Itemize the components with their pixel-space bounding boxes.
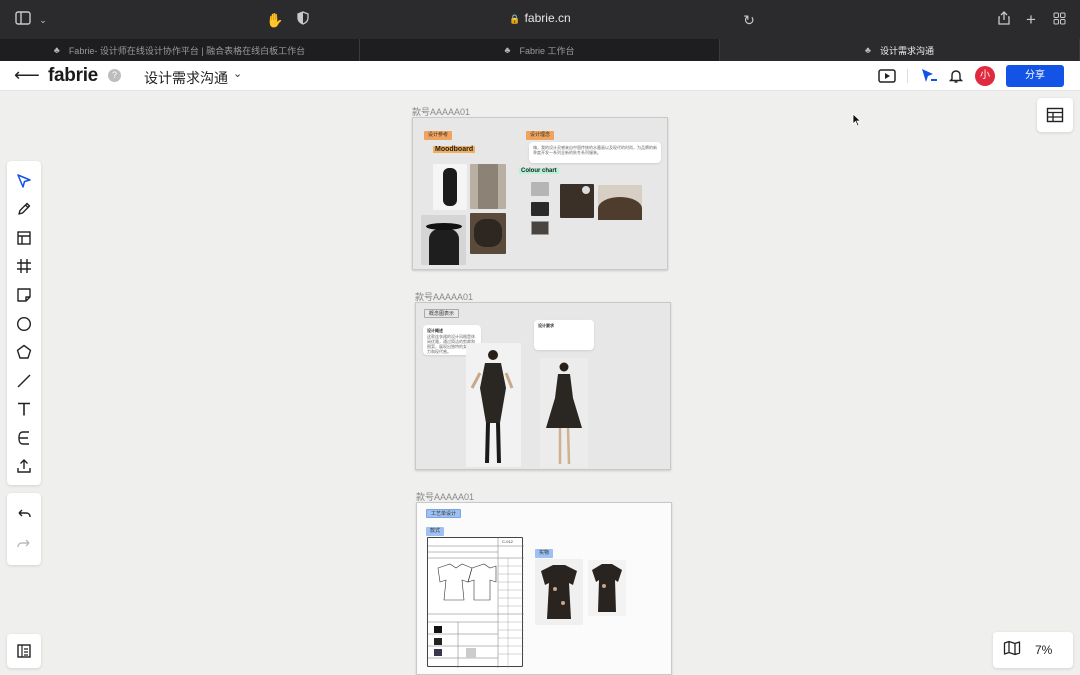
- tag: 款式: [426, 527, 445, 536]
- fabrie-logo[interactable]: fabrie: [48, 65, 98, 87]
- pen-icon[interactable]: [14, 199, 34, 219]
- sheet-title: C-012: [502, 539, 513, 544]
- mood-image[interactable]: [421, 215, 466, 265]
- frame-icon[interactable]: [14, 256, 34, 276]
- garment-photo[interactable]: [535, 559, 583, 625]
- mood-image[interactable]: [433, 164, 467, 210]
- reload-icon[interactable]: ↻: [740, 11, 758, 29]
- help-icon[interactable]: ?: [108, 69, 121, 82]
- lock-icon: 🔒: [509, 14, 521, 24]
- tool-palette: [7, 161, 41, 485]
- pentagon-icon[interactable]: [14, 342, 34, 362]
- tab-overview-icon[interactable]: [1050, 11, 1068, 29]
- new-tab-icon[interactable]: +: [1022, 11, 1040, 29]
- fabrie-favicon-icon: ♣: [53, 45, 60, 55]
- bell-icon[interactable]: [948, 66, 964, 86]
- mood-image[interactable]: [560, 184, 594, 218]
- circle-icon[interactable]: [14, 314, 34, 334]
- zoom-control[interactable]: 7%: [993, 632, 1073, 668]
- divider: [907, 69, 908, 83]
- layout-icon[interactable]: [14, 228, 34, 248]
- sticky-note-icon[interactable]: [14, 285, 34, 305]
- table-view-icon[interactable]: [1037, 98, 1073, 132]
- moodboard-title: Moodboard: [433, 146, 476, 153]
- colour-swatch[interactable]: [531, 202, 549, 216]
- garment-photo[interactable]: [588, 560, 626, 616]
- tag: 工艺单设计: [426, 509, 462, 518]
- address-bar[interactable]: 🔒 fabrie.cn: [0, 11, 1080, 25]
- colour-swatch[interactable]: [531, 182, 549, 196]
- share-button[interactable]: 分享: [1006, 65, 1064, 87]
- select-icon[interactable]: [14, 171, 34, 191]
- model-image[interactable]: [466, 343, 521, 467]
- colour-chart-title: Colour chart: [519, 168, 559, 174]
- redo-icon[interactable]: [14, 535, 34, 555]
- upload-icon[interactable]: [14, 456, 34, 476]
- app-header: ⟵ fabrie ? 设计需求沟通 ⌄ 小 分享: [0, 61, 1080, 91]
- line-icon[interactable]: [14, 371, 34, 391]
- fabrie-favicon-icon: ♣: [504, 45, 511, 55]
- layers-panel-icon[interactable]: [7, 634, 41, 668]
- tech-sheet[interactable]: C-012: [427, 537, 524, 668]
- tab-design-brief[interactable]: ♣ 设计需求沟通: [720, 39, 1080, 61]
- tab-fabrie-home[interactable]: ♣ Fabrie- 设计师在线设计协作平台 | 融合表格在线白板工作台: [0, 39, 360, 61]
- connector-icon[interactable]: [14, 428, 34, 448]
- fabrie-favicon-icon: ♣: [864, 45, 871, 55]
- sticky-note[interactable]: 设计要求: [534, 320, 594, 350]
- sticky-note[interactable]: 嗨，我的设计灵感来自中国传统的水墨画以及现代的时尚，为品牌的新季度开发一系列全新…: [529, 142, 661, 163]
- chevron-down-icon[interactable]: ⌄: [233, 67, 242, 80]
- present-icon[interactable]: [878, 66, 896, 86]
- mood-image[interactable]: [470, 164, 506, 209]
- tag: 概念图表示: [424, 309, 460, 318]
- map-icon[interactable]: [1003, 640, 1021, 661]
- model-image[interactable]: [540, 358, 588, 468]
- tag: 设计参考: [424, 131, 453, 140]
- browser-toolbar: ⌄ ✋ 🔒 fabrie.cn ↻ +: [0, 0, 1080, 39]
- tag: 设计理念: [526, 131, 555, 140]
- mood-image[interactable]: [470, 213, 506, 254]
- avatar[interactable]: 小: [975, 66, 995, 86]
- back-arrow-icon[interactable]: ⟵: [14, 66, 40, 84]
- undo-icon[interactable]: [14, 505, 34, 525]
- browser-tabs: ♣ Fabrie- 设计师在线设计协作平台 | 融合表格在线白板工作台 ♣ Fabr…: [0, 39, 1080, 61]
- whiteboard-canvas[interactable]: 7% 款号AAAAA01 设计参考 设计理念 Moodboard 嗨，我的设计灵…: [0, 91, 1080, 675]
- share-sheet-icon[interactable]: [995, 11, 1013, 29]
- zoom-level[interactable]: 7%: [1035, 643, 1052, 657]
- colour-swatch[interactable]: [531, 221, 549, 235]
- tab-fabrie-workspace[interactable]: ♣ Fabrie 工作台: [360, 39, 720, 61]
- moodboard-frame[interactable]: 设计参考 设计理念 Moodboard 嗨，我的设计灵感来自中国传统的水墨画以及…: [412, 117, 668, 270]
- document-title[interactable]: 设计需求沟通: [144, 68, 228, 88]
- follow-cursor-icon[interactable]: [920, 66, 938, 86]
- history-controls: [7, 493, 41, 565]
- tech-pack-frame[interactable]: 工艺单设计 款式 实物 C-012: [416, 502, 672, 675]
- tag: 实物: [535, 549, 554, 558]
- mouse-cursor-icon: [852, 113, 862, 127]
- concept-frame[interactable]: 概念图表示 设计概述 这款连衣裙的设计风格是休闲优雅，通过简洁的剪裁和图案，展现…: [415, 302, 671, 470]
- mood-image[interactable]: [598, 185, 642, 220]
- text-icon[interactable]: [14, 399, 34, 419]
